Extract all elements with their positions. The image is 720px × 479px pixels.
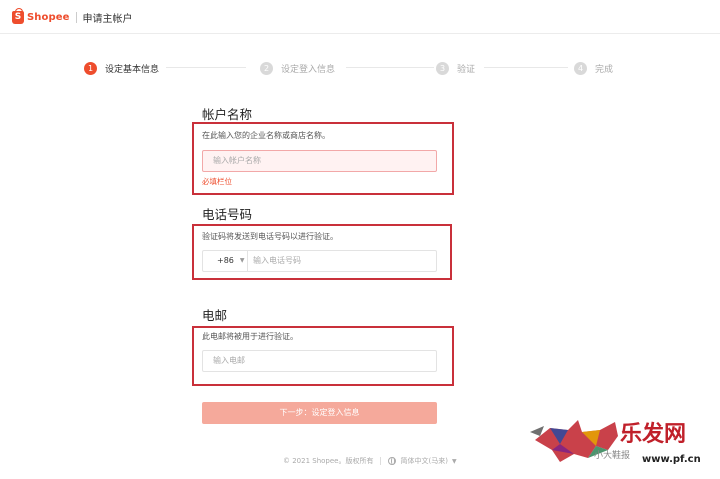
step-connector: [346, 67, 434, 68]
shopping-bag-icon: S: [12, 7, 24, 24]
step-number: 1: [84, 61, 97, 75]
footer: © 2021 Shopee。版权所有 简体中文(马来) ▼: [283, 456, 457, 466]
country-code-value: +86: [217, 256, 234, 265]
page-title: 申请主帐户: [82, 13, 133, 25]
step-label: 完成: [595, 64, 614, 75]
phone-number-title: 电话号码: [202, 207, 253, 222]
site-watermark: 乐发网 小大鞋报 www.pf.cn: [530, 410, 715, 472]
chevron-down-icon: ▼: [239, 257, 245, 264]
watermark-url: www.pf.cn: [642, 454, 701, 465]
header-divider: [75, 11, 77, 23]
progress-stepper: 1 设定基本信息 2 设定登入信息 3 验证 4 完成: [84, 60, 624, 76]
country-code-select[interactable]: +86 ▼: [203, 251, 248, 271]
next-button[interactable]: 下一步：设定登入信息: [202, 402, 437, 424]
step-basic-info: 1 设定基本信息: [84, 60, 159, 76]
step-verify: 3 验证: [436, 60, 475, 76]
account-name-hint: 在此输入您的企业名称或商店名称。: [202, 131, 330, 140]
top-bar: S Shopee 申请主帐户: [0, 0, 720, 34]
email-title: 电邮: [202, 308, 228, 323]
email-hint: 此电邮将被用于进行验证。: [202, 332, 298, 341]
step-number: 3: [436, 61, 449, 75]
step-login-info: 2 设定登入信息: [260, 60, 335, 76]
step-label: 设定基本信息: [105, 64, 160, 75]
step-connector: [166, 67, 246, 68]
account-name-placeholder: 输入帐户名称: [213, 156, 261, 165]
watermark-small-text: 小大鞋报: [594, 451, 631, 461]
step-number: 4: [574, 61, 587, 75]
footer-divider: [380, 457, 382, 465]
brand-name: Shopee: [27, 11, 70, 23]
logo-letter: S: [14, 11, 22, 22]
account-name-input[interactable]: 输入帐户名称: [202, 150, 437, 172]
copyright-text: © 2021 Shopee。版权所有: [283, 457, 374, 465]
account-name-error: 必填栏位: [202, 177, 232, 186]
email-input[interactable]: 输入电邮: [202, 350, 437, 372]
step-number: 2: [260, 61, 273, 75]
phone-number-hint: 验证码将发送到电话号码以进行验证。: [202, 232, 338, 241]
step-label: 设定登入信息: [281, 64, 336, 75]
account-name-title: 帐户名称: [202, 107, 253, 122]
watermark-logo-text: 乐发网: [620, 422, 687, 447]
language-selector[interactable]: 简体中文(马来): [400, 456, 447, 466]
step-complete: 4 完成: [574, 60, 613, 76]
step-label: 验证: [457, 64, 476, 75]
step-connector: [484, 67, 568, 68]
chevron-down-icon: ▼: [451, 457, 457, 465]
globe-icon: [388, 457, 397, 465]
phone-number-field: +86 ▼ 输入电话号码: [202, 250, 437, 272]
email-placeholder: 输入电邮: [213, 356, 245, 365]
shopee-logo[interactable]: S Shopee 申请主帐户: [12, 7, 133, 25]
phone-number-input[interactable]: 输入电话号码: [253, 251, 301, 271]
